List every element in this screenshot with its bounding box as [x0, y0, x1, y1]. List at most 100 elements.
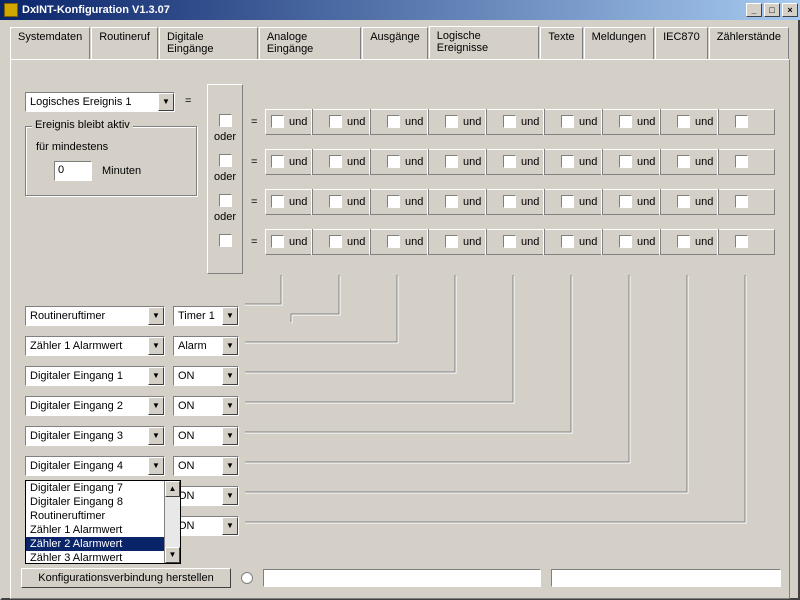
- source-type-text: Digitaler Eingang 2: [26, 400, 148, 412]
- und-label: und: [463, 156, 481, 168]
- und-checkbox[interactable]: [677, 195, 690, 208]
- tab-logische-ereignisse[interactable]: Logische Ereignisse: [429, 26, 540, 59]
- und-checkbox[interactable]: [561, 155, 574, 168]
- source-value-text: ON: [174, 370, 222, 382]
- persist-legend: Ereignis bleibt aktiv: [32, 119, 133, 131]
- source-value-select[interactable]: ON▼: [173, 456, 239, 476]
- chevron-down-icon: ▼: [222, 487, 238, 505]
- und-label: und: [695, 116, 713, 128]
- und-checkbox[interactable]: [445, 195, 458, 208]
- und-checkbox[interactable]: [561, 115, 574, 128]
- und-checkbox[interactable]: [329, 235, 342, 248]
- und-checkbox[interactable]: [735, 195, 748, 208]
- list-item[interactable]: Routineruftimer: [26, 509, 164, 523]
- source-value-text: ON: [174, 400, 222, 412]
- tab-zaehlerstaende[interactable]: Zählerstände: [709, 27, 789, 60]
- und-checkbox[interactable]: [271, 155, 284, 168]
- und-checkbox[interactable]: [677, 115, 690, 128]
- chevron-down-icon: ▼: [222, 367, 238, 385]
- und-checkbox[interactable]: [561, 235, 574, 248]
- und-checkbox[interactable]: [271, 195, 284, 208]
- und-checkbox[interactable]: [329, 115, 342, 128]
- und-checkbox[interactable]: [387, 235, 400, 248]
- oder-checkbox[interactable]: [219, 234, 232, 247]
- und-checkbox[interactable]: [619, 195, 632, 208]
- oder-checkbox[interactable]: [219, 194, 232, 207]
- scroll-track[interactable]: [165, 497, 180, 547]
- connect-button[interactable]: Konfigurationsverbindung herstellen: [21, 568, 231, 588]
- tab-analoge-eingaenge[interactable]: Analoge Eingänge: [259, 27, 361, 60]
- und-checkbox[interactable]: [271, 115, 284, 128]
- source-type-select[interactable]: Digitaler Eingang 2▼: [25, 396, 165, 416]
- und-label: und: [405, 236, 423, 248]
- scrollbar[interactable]: ▲ ▼: [164, 481, 180, 563]
- und-checkbox[interactable]: [503, 195, 516, 208]
- event-select[interactable]: Logisches Ereignis 1 ▼: [25, 92, 175, 112]
- equals-label: =: [251, 116, 257, 128]
- und-checkbox[interactable]: [503, 115, 516, 128]
- source-value-select[interactable]: Alarm▼: [173, 336, 239, 356]
- und-checkbox[interactable]: [619, 235, 632, 248]
- und-checkbox[interactable]: [677, 155, 690, 168]
- und-checkbox[interactable]: [619, 115, 632, 128]
- und-checkbox[interactable]: [561, 195, 574, 208]
- tab-iec870[interactable]: IEC870: [655, 27, 708, 60]
- source-type-select[interactable]: Digitaler Eingang 4▼: [25, 456, 165, 476]
- und-checkbox[interactable]: [387, 155, 400, 168]
- und-checkbox[interactable]: [329, 195, 342, 208]
- source-value-select[interactable]: ON▼: [173, 396, 239, 416]
- source-dropdown-list[interactable]: Digitaler Eingang 7 Digitaler Eingang 8 …: [25, 480, 181, 564]
- und-checkbox[interactable]: [445, 115, 458, 128]
- source-value-select[interactable]: Timer 1▼: [173, 306, 239, 326]
- source-type-select[interactable]: Routineruftimer▼: [25, 306, 165, 326]
- list-item-selected[interactable]: Zähler 2 Alarmwert: [26, 537, 164, 551]
- und-checkbox[interactable]: [677, 235, 690, 248]
- minimize-button[interactable]: _: [746, 3, 762, 17]
- und-checkbox[interactable]: [619, 155, 632, 168]
- scroll-down-icon[interactable]: ▼: [165, 547, 180, 563]
- tab-ausgaenge[interactable]: Ausgänge: [362, 27, 428, 60]
- chevron-down-icon: ▼: [148, 457, 164, 475]
- und-checkbox[interactable]: [387, 115, 400, 128]
- und-checkbox[interactable]: [735, 235, 748, 248]
- chevron-down-icon: ▼: [148, 337, 164, 355]
- und-checkbox[interactable]: [329, 155, 342, 168]
- equals-label: =: [251, 196, 257, 208]
- list-item[interactable]: Digitaler Eingang 7: [26, 481, 164, 495]
- source-type-select[interactable]: Digitaler Eingang 3▼: [25, 426, 165, 446]
- und-checkbox[interactable]: [445, 235, 458, 248]
- und-checkbox[interactable]: [445, 155, 458, 168]
- tab-routineruf[interactable]: Routineruf: [91, 27, 158, 60]
- und-checkbox[interactable]: [387, 195, 400, 208]
- source-value-select[interactable]: ON▼: [173, 486, 239, 506]
- close-button[interactable]: ×: [782, 3, 798, 17]
- source-value-select[interactable]: ON▼: [173, 366, 239, 386]
- und-checkbox[interactable]: [503, 235, 516, 248]
- list-item[interactable]: Zähler 1 Alarmwert: [26, 523, 164, 537]
- tab-meldungen[interactable]: Meldungen: [584, 27, 654, 60]
- source-value-select[interactable]: ON▼: [173, 426, 239, 446]
- und-checkbox[interactable]: [735, 115, 748, 128]
- tab-texte[interactable]: Texte: [540, 27, 582, 60]
- und-label: und: [637, 196, 655, 208]
- source-type-select[interactable]: Digitaler Eingang 1▼: [25, 366, 165, 386]
- source-value-select[interactable]: ON▼: [173, 516, 239, 536]
- und-checkbox[interactable]: [271, 235, 284, 248]
- list-item[interactable]: Digitaler Eingang 8: [26, 495, 164, 509]
- und-checkbox[interactable]: [503, 155, 516, 168]
- oder-checkbox[interactable]: [219, 154, 232, 167]
- oder-checkbox[interactable]: [219, 114, 232, 127]
- tab-digitale-eingaenge[interactable]: Digitale Eingänge: [159, 27, 258, 60]
- list-item[interactable]: Zähler 3 Alarmwert: [26, 551, 164, 565]
- maximize-button[interactable]: □: [764, 3, 780, 17]
- persist-value-input[interactable]: 0: [54, 161, 92, 181]
- event-select-text: Logisches Ereignis 1: [26, 96, 158, 108]
- und-checkbox[interactable]: [735, 155, 748, 168]
- und-label: und: [289, 156, 307, 168]
- source-type-select[interactable]: Zähler 1 Alarmwert▼: [25, 336, 165, 356]
- oder-label: oder: [211, 211, 239, 223]
- und-label: und: [637, 116, 655, 128]
- tab-systemdaten[interactable]: Systemdaten: [10, 27, 90, 60]
- scroll-up-icon[interactable]: ▲: [165, 481, 180, 497]
- status-radio[interactable]: [241, 572, 253, 584]
